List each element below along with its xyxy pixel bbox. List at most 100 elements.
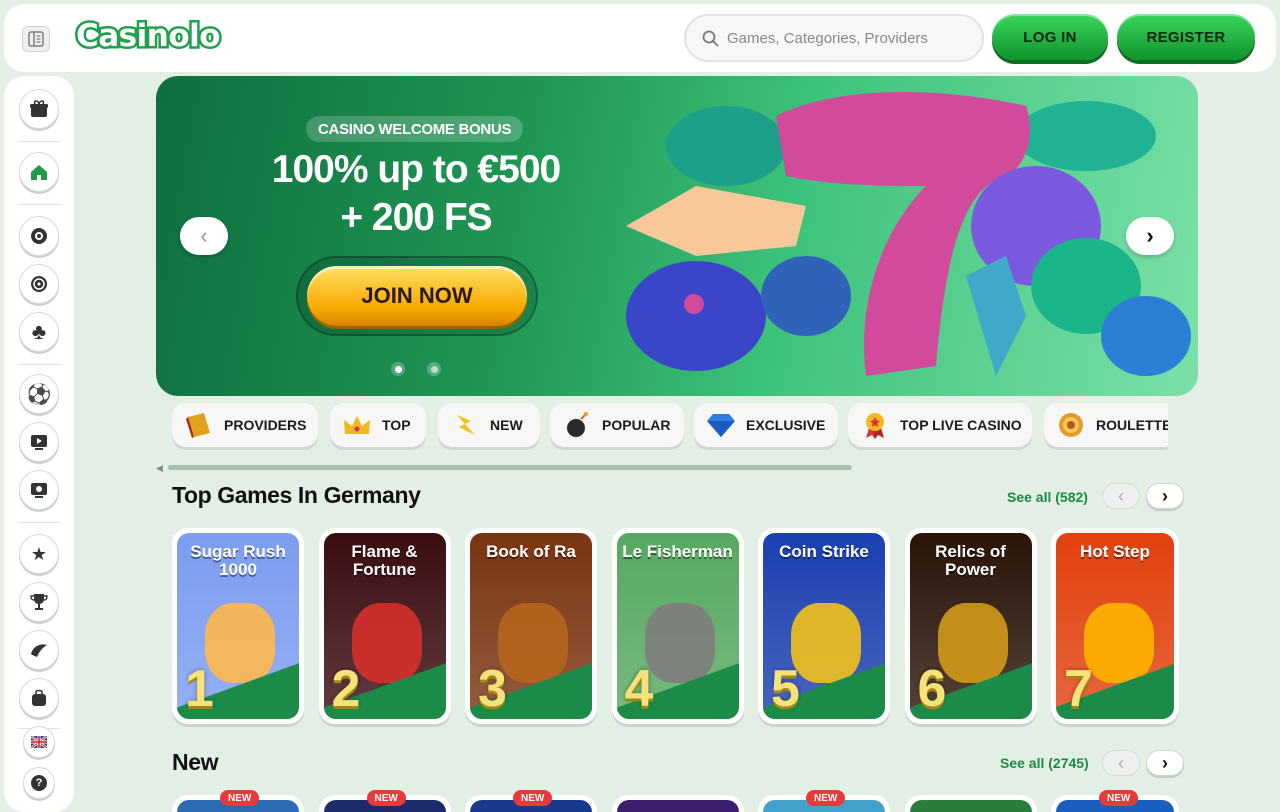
crown-icon [340, 409, 374, 441]
new-badge: NEW [513, 790, 553, 806]
category-top[interactable]: TOP [330, 403, 426, 447]
category-scrollbar[interactable]: ◀ [156, 463, 856, 474]
game-card[interactable]: Book of Ra 3 [465, 528, 597, 724]
lightning-icon [448, 409, 482, 441]
category-bar: PROVIDERS TOP NEW POPULAR EXCLUSIVE TOP … [172, 403, 1168, 451]
scroll-left-arrow-icon[interactable]: ◀ [156, 463, 163, 474]
casino-chip-icon [31, 228, 47, 244]
top-games-see-all-link[interactable]: See all (582) [1007, 489, 1088, 505]
scrollbar-thumb[interactable] [168, 465, 852, 470]
banner-next-button[interactable]: › [1126, 217, 1174, 255]
search-input[interactable] [727, 29, 967, 47]
new-game-card[interactable] [611, 795, 744, 812]
new-games-prev-button[interactable]: ‹ [1102, 750, 1140, 776]
chevron-right-icon: › [1146, 223, 1154, 248]
welcome-bonus-banner[interactable]: CASINO WELCOME BONUS 100% up to €500 + 2… [156, 76, 1198, 396]
join-now-button[interactable]: JOIN NOW [307, 266, 527, 326]
shop-bag-icon [32, 689, 46, 706]
game-thumbnail: Hot Step 7 [1056, 533, 1174, 719]
new-game-card[interactable] [904, 795, 1037, 812]
football-icon: ⚽ [26, 383, 52, 406]
top-header: Casinolo LOG IN REGISTER [4, 4, 1276, 72]
sidebar-table-games-button[interactable]: ♣ [19, 312, 59, 352]
sidebar-home-button[interactable] [19, 152, 59, 192]
game-card[interactable]: Le Fisherman 4 [611, 528, 744, 724]
sidebar-promotions-button[interactable] [19, 630, 59, 670]
new-games-title: New [172, 749, 219, 775]
sidebar-casino-button[interactable] [19, 216, 59, 256]
help-button[interactable]: ? [23, 767, 55, 799]
category-exclusive[interactable]: EXCLUSIVE [694, 403, 838, 447]
category-label: NEW [490, 417, 523, 433]
top-games-next-button[interactable]: › [1146, 483, 1184, 509]
register-button[interactable]: REGISTER [1117, 14, 1255, 60]
game-rank: 1 [185, 660, 214, 718]
medal-icon [858, 409, 892, 441]
new-badge: NEW [220, 790, 260, 806]
uk-flag-icon [31, 736, 47, 748]
game-title: Sugar Rush 1000 [190, 542, 286, 579]
left-sidebar: ♣ ⚽ ★ ? [4, 76, 74, 812]
menu-toggle-button[interactable] [22, 26, 50, 52]
chevron-left-icon: ‹ [1118, 485, 1124, 506]
banner-prev-button[interactable]: ‹ [180, 217, 228, 255]
top-games-nav: ‹ › [1102, 483, 1184, 509]
category-new[interactable]: NEW [438, 403, 540, 447]
game-card[interactable]: Sugar Rush 1000 1 [172, 528, 304, 724]
category-popular[interactable]: POPULAR [550, 403, 684, 447]
sidebar-live-casino-button[interactable] [19, 264, 59, 304]
category-providers[interactable]: PROVIDERS [172, 403, 318, 447]
new-badge: NEW [806, 790, 846, 806]
gift-icon [30, 100, 48, 117]
vip-star-icon: ★ [30, 543, 48, 564]
game-card[interactable]: Relics of Power 6 [904, 528, 1037, 724]
category-label: ROULETTE [1096, 417, 1168, 433]
game-card[interactable]: Coin Strike 5 [758, 528, 890, 724]
new-games-see-all-link[interactable]: See all (2745) [1000, 755, 1089, 771]
game-title: Hot Step [1080, 542, 1150, 561]
join-now-wrapper: JOIN NOW [296, 256, 538, 336]
game-rank: 7 [1064, 660, 1093, 718]
game-card[interactable]: Flame & Fortune 2 [318, 528, 451, 724]
trophy-icon [30, 594, 48, 610]
game-thumbnail: Flame & Fortune 2 [323, 533, 446, 719]
game-thumbnail [909, 800, 1032, 812]
book-icon [182, 409, 216, 441]
game-title: Flame & Fortune [351, 542, 418, 579]
casinolo-logo[interactable]: Casinolo [73, 16, 223, 57]
clubs-icon: ♣ [31, 319, 47, 344]
category-roulette[interactable]: ROULETTE [1044, 403, 1168, 447]
top-games-title: Top Games In Germany [172, 482, 421, 508]
slot-seven-balloons-illustration [626, 92, 1191, 377]
category-label: EXCLUSIVE [746, 417, 826, 433]
game-rank: 3 [478, 660, 507, 718]
bomb-icon [560, 409, 594, 441]
category-label: TOP [382, 417, 411, 433]
banner-dot-1[interactable] [391, 362, 405, 376]
login-button[interactable]: LOG IN [992, 14, 1108, 60]
sidebar-vip-button[interactable]: ★ [19, 534, 59, 574]
new-games-nav: ‹ › [1102, 750, 1184, 776]
banner-dot-2[interactable] [427, 362, 441, 376]
search-icon [702, 30, 719, 46]
new-badge: NEW [366, 790, 406, 806]
category-top-live-casino[interactable]: TOP LIVE CASINO [848, 403, 1032, 447]
sidebar-gift-button[interactable] [19, 89, 59, 129]
sidebar-live-tv-button[interactable] [19, 422, 59, 462]
sidebar-sports-button[interactable]: ⚽ [19, 374, 59, 414]
language-selector-button[interactable] [23, 726, 55, 758]
sidebar-tournaments-button[interactable] [19, 582, 59, 622]
game-card[interactable]: Hot Step 7 [1051, 528, 1179, 724]
game-thumbnail: Le Fisherman 4 [616, 533, 739, 719]
new-games-next-button[interactable]: › [1146, 750, 1184, 776]
game-thumbnail: Coin Strike 5 [763, 533, 885, 719]
live-casino-icon [31, 276, 47, 292]
sidebar-shop-button[interactable] [19, 678, 59, 718]
roulette-icon [1054, 409, 1088, 441]
top-games-prev-button[interactable]: ‹ [1102, 483, 1140, 509]
game-title: Le Fisherman [622, 542, 733, 561]
game-thumbnail [616, 800, 739, 812]
sidebar-virtual-sports-button[interactable] [19, 470, 59, 510]
search-box[interactable] [684, 14, 984, 62]
category-label: TOP LIVE CASINO [900, 417, 1022, 433]
